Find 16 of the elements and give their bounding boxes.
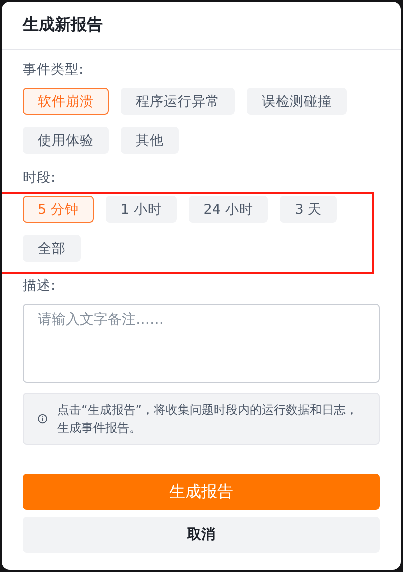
description-field[interactable]: 请输入文字备注……	[23, 304, 380, 383]
option-chip[interactable]: 误检测碰撞	[247, 88, 347, 115]
option-chip[interactable]: 24 小时	[188, 196, 268, 223]
option-chip[interactable]: 程序运行异常	[121, 88, 235, 115]
field-label: 时段:	[23, 169, 56, 188]
cancel-button[interactable]: 取消	[23, 517, 380, 553]
option-chip[interactable]: 全部	[23, 235, 81, 262]
info-text: 点击“生成报告”，将收集问题时段内的运行数据和日志，生成事件报告。	[58, 402, 360, 437]
field-label: 事件类型:	[23, 61, 84, 80]
option-chip[interactable]: 3 天	[280, 196, 338, 223]
option-chip[interactable]: 使用体验	[23, 127, 109, 154]
info-icon	[38, 413, 48, 425]
option-chip[interactable]: 1 小时	[106, 196, 177, 223]
dialog-title: 生成新报告	[23, 15, 103, 36]
field-label: 描述:	[23, 277, 56, 296]
option-chip[interactable]: 其他	[121, 127, 179, 154]
